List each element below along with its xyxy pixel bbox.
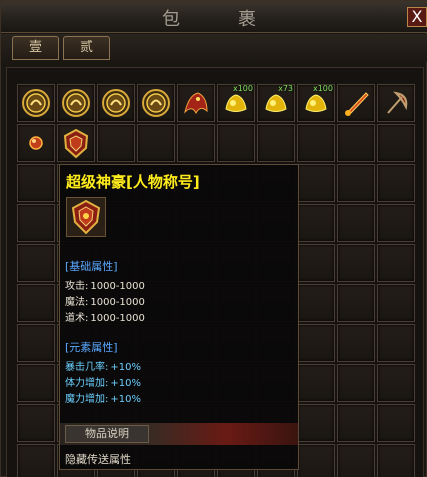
- stat-value: +10%: [110, 394, 141, 405]
- inventory-slot[interactable]: x100: [217, 84, 255, 122]
- item-count: x100: [232, 84, 253, 93]
- stat-label: 体力增加:: [65, 378, 109, 389]
- inventory-slot[interactable]: [17, 444, 55, 477]
- tab-page-1[interactable]: 壹: [12, 36, 59, 60]
- inventory-slot[interactable]: [177, 84, 215, 122]
- inventory-slot[interactable]: [57, 124, 95, 162]
- stat-value: 1000-1000: [90, 297, 145, 308]
- item-description-label: 物品说明: [65, 425, 149, 443]
- stat-magic: 魔法: 1000-1000: [65, 293, 145, 308]
- stat-mp-bonus: 魔力增加: +10%: [65, 390, 141, 405]
- inventory-slot[interactable]: [17, 364, 55, 402]
- inventory-slot[interactable]: [297, 324, 335, 362]
- window-title-part-1: 包: [162, 9, 182, 30]
- inventory-slot[interactable]: [297, 284, 335, 322]
- tab-page-2[interactable]: 贰: [63, 36, 110, 60]
- inventory-slot[interactable]: [17, 244, 55, 282]
- title-bar[interactable]: 包 裹 X: [1, 1, 427, 33]
- inventory-slot[interactable]: x73: [257, 84, 295, 122]
- item-count: x73: [278, 84, 293, 93]
- inventory-slot[interactable]: [17, 84, 55, 122]
- inventory-slot[interactable]: [377, 364, 415, 402]
- inventory-slot[interactable]: [297, 364, 335, 402]
- inventory-slot[interactable]: [377, 324, 415, 362]
- stat-crit-rate: 暴击几率: +10%: [65, 358, 141, 373]
- item-count: x100: [312, 84, 333, 93]
- inventory-slot[interactable]: [377, 404, 415, 442]
- stat-value: 1000-1000: [90, 313, 145, 324]
- inventory-slot[interactable]: [337, 244, 375, 282]
- stat-value: +10%: [110, 378, 141, 389]
- base-attributes-header: [基础属性]: [65, 260, 118, 273]
- inventory-slot[interactable]: [377, 164, 415, 202]
- stat-value: 1000-1000: [90, 281, 145, 292]
- inventory-slot[interactable]: [137, 124, 175, 162]
- inventory-slot[interactable]: [337, 444, 375, 477]
- inventory-slot[interactable]: [297, 124, 335, 162]
- stat-value: +10%: [110, 362, 141, 373]
- inventory-slot[interactable]: [337, 284, 375, 322]
- title-badge-icon[interactable]: [60, 127, 92, 159]
- fire-orb-icon[interactable]: [20, 127, 52, 159]
- inventory-slot[interactable]: [337, 404, 375, 442]
- inventory-slot[interactable]: [137, 84, 175, 122]
- inventory-slot[interactable]: [297, 204, 335, 242]
- inventory-slot[interactable]: [17, 124, 55, 162]
- inventory-slot[interactable]: [297, 444, 335, 477]
- medal-icon[interactable]: [100, 87, 132, 119]
- window-title-part-2: 裹: [238, 9, 258, 30]
- inventory-slot[interactable]: [377, 244, 415, 282]
- inventory-slot[interactable]: [377, 124, 415, 162]
- inventory-slot[interactable]: x100: [297, 84, 335, 122]
- medal-icon[interactable]: [140, 87, 172, 119]
- inventory-slot[interactable]: [257, 124, 295, 162]
- element-attributes-header: [元素属性]: [65, 341, 118, 354]
- inventory-slot[interactable]: [57, 84, 95, 122]
- inventory-slot[interactable]: [377, 444, 415, 477]
- inventory-slot[interactable]: [377, 84, 415, 122]
- inventory-slot[interactable]: [97, 84, 135, 122]
- item-description-text: 隐藏传送属性: [65, 453, 131, 466]
- battle-axe-icon[interactable]: [380, 87, 412, 119]
- item-name: 超级神豪[人物称号]: [66, 173, 200, 191]
- tab-bar: 壹 贰: [1, 34, 427, 62]
- inventory-slot[interactable]: [337, 364, 375, 402]
- medal-icon[interactable]: [20, 87, 52, 119]
- inventory-slot[interactable]: [297, 404, 335, 442]
- flame-sword-icon[interactable]: [340, 87, 372, 119]
- stat-taoism: 道术: 1000-1000: [65, 309, 145, 324]
- inventory-slot[interactable]: [17, 204, 55, 242]
- inventory-slot[interactable]: [17, 164, 55, 202]
- stat-label: 道术:: [65, 313, 89, 324]
- item-tooltip: 超级神豪[人物称号] [基础属性] 攻击: 1000-1000 魔法: 1000-1…: [59, 164, 299, 470]
- inventory-slot[interactable]: [337, 84, 375, 122]
- stat-hp-bonus: 体力增加: +10%: [65, 374, 141, 389]
- close-button[interactable]: X: [407, 7, 427, 27]
- inventory-slot[interactable]: [297, 164, 335, 202]
- inventory-slot[interactable]: [177, 124, 215, 162]
- stat-label: 魔法:: [65, 297, 89, 308]
- inventory-slot[interactable]: [337, 204, 375, 242]
- inventory-slot[interactable]: [337, 124, 375, 162]
- inventory-slot[interactable]: [217, 124, 255, 162]
- inventory-slot[interactable]: [297, 244, 335, 282]
- stat-label: 暴击几率:: [65, 362, 109, 373]
- dragon-armor-icon[interactable]: [180, 87, 212, 119]
- inventory-slot[interactable]: [377, 284, 415, 322]
- inventory-slot[interactable]: [337, 324, 375, 362]
- stat-attack: 攻击: 1000-1000: [65, 277, 145, 292]
- inventory-slot[interactable]: [17, 324, 55, 362]
- stat-label: 魔力增加:: [65, 394, 109, 405]
- inventory-slot[interactable]: [17, 284, 55, 322]
- stat-label: 攻击:: [65, 281, 89, 292]
- title-badge-icon: [66, 197, 106, 237]
- inventory-slot[interactable]: [377, 204, 415, 242]
- medal-icon[interactable]: [60, 87, 92, 119]
- inventory-slot[interactable]: [337, 164, 375, 202]
- inventory-slot[interactable]: [97, 124, 135, 162]
- inventory-slot[interactable]: [17, 404, 55, 442]
